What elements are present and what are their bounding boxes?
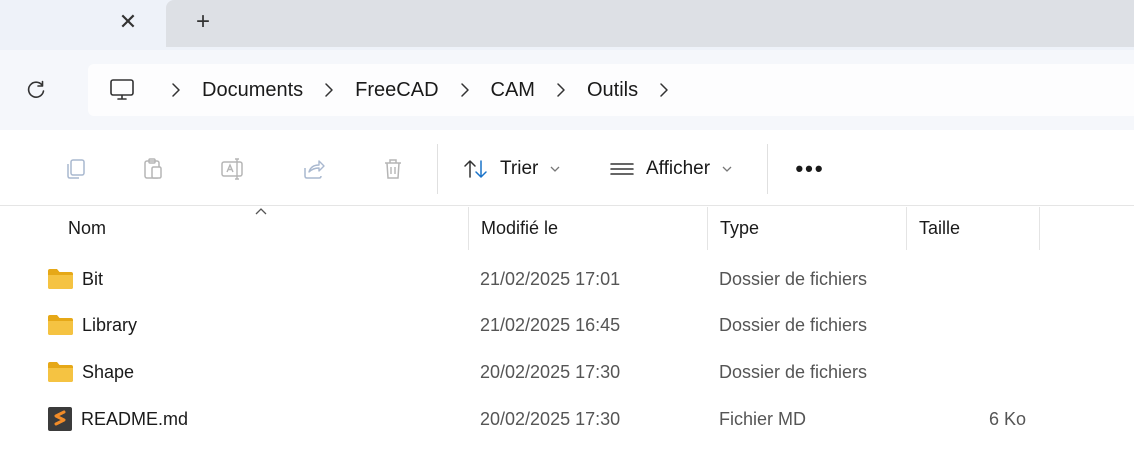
file-type: Fichier MD: [719, 408, 807, 429]
file-size: 6 Ko: [988, 408, 1026, 429]
column-header-modified-label: Modifié le: [481, 218, 559, 238]
sort-label: Trier: [500, 158, 539, 179]
chevron-right-icon[interactable]: [309, 82, 349, 98]
close-tab-button[interactable]: ✕: [112, 6, 144, 38]
breadcrumb-item-cam[interactable]: CAM: [485, 79, 541, 102]
column-header-size[interactable]: Taille: [907, 207, 1039, 250]
tab-bar-empty-area: [166, 0, 1134, 47]
file-modified: 21/02/2025 17:01: [480, 268, 621, 289]
file-type: Dossier de fichiers: [719, 314, 868, 335]
file-size: [908, 256, 1026, 302]
more-options-button[interactable]: •••: [790, 154, 830, 184]
chevron-right-icon[interactable]: [541, 82, 581, 98]
folder-icon: [48, 269, 73, 289]
column-header-size-label: Taille: [919, 218, 961, 238]
file-name: Shape: [82, 361, 135, 382]
refresh-button[interactable]: [22, 76, 50, 104]
copy-icon: [67, 159, 85, 179]
file-modified: 20/02/2025 17:30: [480, 361, 621, 382]
view-label: Afficher: [646, 158, 711, 179]
list-item[interactable]: README.md 20/02/2025 17:30 Fichier MD 6 …: [0, 396, 1134, 442]
folder-icon: [48, 362, 73, 382]
file-name: Bit: [82, 268, 104, 289]
column-header-modified[interactable]: Modifié le: [469, 207, 707, 250]
file-size: [908, 349, 1026, 395]
view-list-icon: [610, 163, 634, 175]
sort-button[interactable]: Trier: [462, 152, 560, 186]
file-name-cell: Shape: [47, 349, 134, 395]
column-resize-handle[interactable]: [1039, 207, 1040, 250]
breadcrumb[interactable]: Documents FreeCAD CAM Outils: [88, 64, 1134, 116]
chevron-right-icon[interactable]: [156, 82, 196, 98]
column-headers: Nom Modifié le Type Taille: [0, 207, 1134, 250]
file-name-cell: Library: [47, 302, 137, 348]
command-bar: Trier Afficher •••: [0, 130, 1134, 206]
file-name: Library: [82, 314, 138, 335]
file-type: Dossier de fichiers: [719, 361, 868, 382]
column-header-type[interactable]: Type: [708, 207, 906, 250]
list-item[interactable]: Shape 20/02/2025 17:30 Dossier de fichie…: [0, 349, 1134, 395]
chevron-down-icon: [550, 162, 560, 176]
share-button[interactable]: [298, 154, 328, 184]
column-header-name-label: Nom: [68, 218, 107, 238]
md-file-icon: [48, 407, 72, 431]
folder-icon: [48, 315, 73, 335]
list-item[interactable]: Bit 21/02/2025 17:01 Dossier de fichiers: [0, 256, 1134, 302]
tab-strip: ✕ +: [0, 0, 1134, 50]
computer-icon[interactable]: [108, 76, 136, 104]
breadcrumb-item-freecad[interactable]: FreeCAD: [349, 79, 444, 102]
sort-icon: [464, 160, 487, 178]
command-divider: [437, 144, 438, 194]
file-modified: 21/02/2025 16:45: [480, 314, 621, 335]
breadcrumb-item-documents[interactable]: Documents: [196, 79, 309, 102]
list-item[interactable]: Library 21/02/2025 16:45 Dossier de fich…: [0, 302, 1134, 348]
column-header-type-label: Type: [720, 218, 760, 238]
trash-icon: [385, 159, 401, 179]
rename-button[interactable]: [218, 154, 248, 184]
breadcrumb-item-outils[interactable]: Outils: [581, 79, 644, 102]
file-name-cell: Bit: [47, 256, 103, 302]
close-icon: ✕: [118, 9, 138, 34]
address-bar-area: Documents FreeCAD CAM Outils: [0, 50, 1134, 130]
plus-icon: +: [195, 8, 210, 35]
paste-icon: [144, 158, 162, 179]
file-name-cell: README.md: [47, 396, 188, 442]
copy-button[interactable]: [60, 154, 90, 184]
paste-button[interactable]: [138, 154, 168, 184]
share-icon: [304, 160, 325, 179]
view-button[interactable]: Afficher: [608, 152, 732, 186]
new-tab-button[interactable]: +: [188, 6, 218, 38]
file-modified: 20/02/2025 17:30: [480, 408, 621, 429]
file-type: Dossier de fichiers: [719, 268, 868, 289]
command-divider: [767, 144, 768, 194]
refresh-icon: [27, 80, 45, 98]
file-size: [908, 302, 1026, 348]
file-name: README.md: [81, 408, 189, 429]
more-icon: •••: [795, 156, 825, 181]
chevron-down-icon: [722, 162, 732, 176]
rename-icon: [221, 158, 243, 180]
chevron-right-icon[interactable]: [445, 82, 485, 98]
column-header-name[interactable]: Nom: [56, 207, 468, 250]
chevron-right-icon[interactable]: [644, 82, 684, 98]
delete-button[interactable]: [378, 154, 408, 184]
